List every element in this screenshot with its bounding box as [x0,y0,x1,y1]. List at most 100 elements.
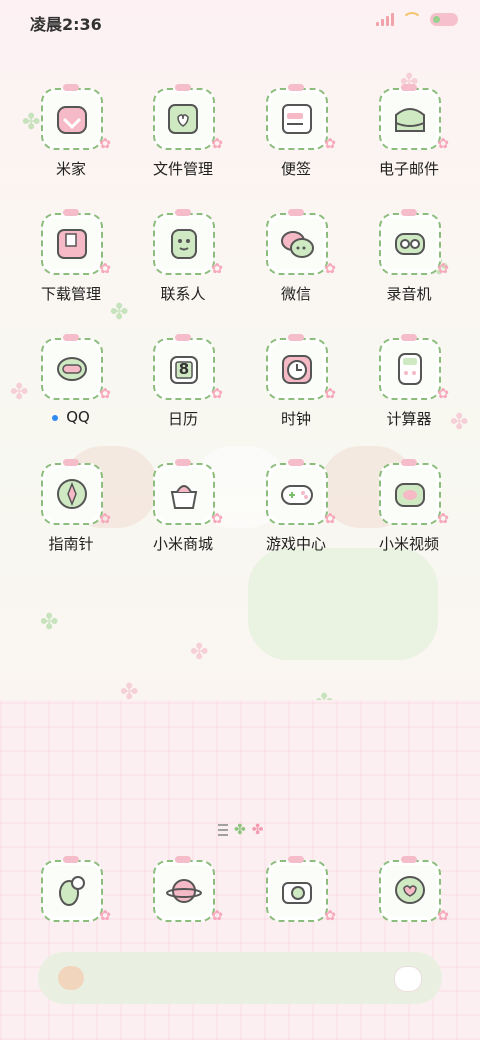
flower-icon: ✿ [324,511,336,527]
bow-icon [63,209,79,216]
app-label-text: 联系人 [160,285,206,303]
app-label: 下载管理 [16,283,126,304]
bow-icon [175,334,191,341]
app-label: 日历 [128,408,238,429]
bow-icon [288,459,304,466]
app-email[interactable]: ✿ 电子邮件 [354,84,464,208]
app-icon-tile: ✿ [379,209,449,277]
status-bar: 凌晨2:36 [0,0,480,44]
app-icon-tile: ✿ [266,84,336,152]
dock-app-browser-planet[interactable]: ✿ [128,856,238,924]
bow-icon [63,84,79,91]
app-mi-video[interactable]: ✿ 小米视频 [354,459,464,583]
app-label: 游戏中心 [241,533,351,554]
app-icon-tile: ✿ [379,334,449,402]
app-label: 文件管理 [128,158,238,179]
app-label: 电子邮件 [354,158,464,179]
bow-icon [63,459,79,466]
app-icon-tile: ✿ [41,84,111,152]
flower-icon: ✿ [211,511,223,527]
app-contacts[interactable]: ✿ 联系人 [128,209,238,333]
page-dot-clover-icon: ✤ [234,822,246,838]
app-icon-tile: 8 ✿ [153,334,223,402]
wifi-icon [402,12,422,26]
app-file-manager[interactable]: ✿ 文件管理 [128,84,238,208]
app-mijia[interactable]: ✿ 米家 [16,84,126,208]
app-icon-tile: ✿ [41,209,111,277]
bow-icon [175,209,191,216]
app-label: 微信 [241,283,351,304]
bow-icon [175,459,191,466]
app-label-text: 电子邮件 [378,160,439,178]
page-indicator[interactable]: ✤ ✤ [218,822,263,838]
flower-icon: ✿ [99,136,111,152]
app-icon-tile: ✿ [266,459,336,527]
app-label-text: 指南针 [48,535,94,553]
app-notes[interactable]: ✿ 便签 [241,84,351,208]
bow-icon [401,209,417,216]
flower-icon: ✿ [437,136,449,152]
status-time: 凌晨2:36 [30,15,102,34]
app-recorder[interactable]: ✿ 录音机 [354,209,464,333]
signal-icon [376,12,394,26]
app-clock[interactable]: ✿ 时钟 [241,334,351,458]
search-bar[interactable] [38,952,442,1004]
flower-icon: ✿ [324,386,336,402]
app-qq[interactable]: ✿ QQ [16,334,126,458]
bow-icon [175,84,191,91]
app-icon-tile: ✿ [379,856,449,924]
app-icon-tile: ✿ [153,84,223,152]
app-label-text: 微信 [280,285,311,303]
app-label-text: 游戏中心 [265,535,326,553]
app-label: 小米商城 [128,533,238,554]
app-icon-tile: ✿ [266,209,336,277]
page-dot-clover-active-icon: ✤ [251,822,264,838]
dock-app-camera[interactable]: ✿ [241,856,351,924]
flower-icon: ✿ [99,511,111,527]
clover-decoration: ✤ [190,640,209,665]
clover-decoration: ✤ [40,610,59,635]
app-label-text: 下载管理 [40,285,101,303]
app-icon-tile: ✿ [41,459,111,527]
flower-icon: ✿ [99,261,111,277]
app-download-manager[interactable]: ✿ 下载管理 [16,209,126,333]
bow-icon [401,459,417,466]
clover-decoration: ✤ [315,690,334,715]
bow-icon [288,209,304,216]
app-calculator[interactable]: ✿ 计算器 [354,334,464,458]
bow-icon [401,856,417,863]
flower-icon: ✿ [437,511,449,527]
bow-icon [288,84,304,91]
cat-face-icon [58,966,84,990]
app-label-text: 计算器 [386,410,432,428]
app-calendar[interactable]: 8 ✿ 日历 [128,334,238,458]
app-game-center[interactable]: ✿ 游戏中心 [241,459,351,583]
bow-icon [288,334,304,341]
notification-dot [52,414,59,421]
bow-icon [175,856,191,863]
app-label: 时钟 [241,408,351,429]
bow-icon [401,84,417,91]
clover-decoration: ✤ [120,680,139,705]
app-label-text: 便签 [280,160,311,178]
app-label: 联系人 [128,283,238,304]
dock-app-messages[interactable]: ✿ [354,856,464,924]
app-wechat[interactable]: ✿ 微信 [241,209,351,333]
app-label-text: 文件管理 [152,160,213,178]
app-icon-tile: ✿ [153,856,223,924]
app-label-text: 录音机 [386,285,432,303]
bunny-face-icon [394,966,422,992]
flower-icon: ✿ [324,261,336,277]
app-mi-store[interactable]: ✿ 小米商城 [128,459,238,583]
app-label-text: 小米商城 [152,535,213,553]
flower-icon: ✿ [324,908,336,924]
flower-icon: ✿ [211,261,223,277]
bow-icon [63,856,79,863]
calendar-date: 8 [178,360,190,378]
flower-icon: ✿ [211,908,223,924]
dock-app-phone[interactable]: ✿ [16,856,126,924]
flower-icon: ✿ [211,386,223,402]
app-label: 录音机 [354,283,464,304]
app-compass[interactable]: ✿ 指南针 [16,459,126,583]
app-label: 计算器 [354,408,464,429]
